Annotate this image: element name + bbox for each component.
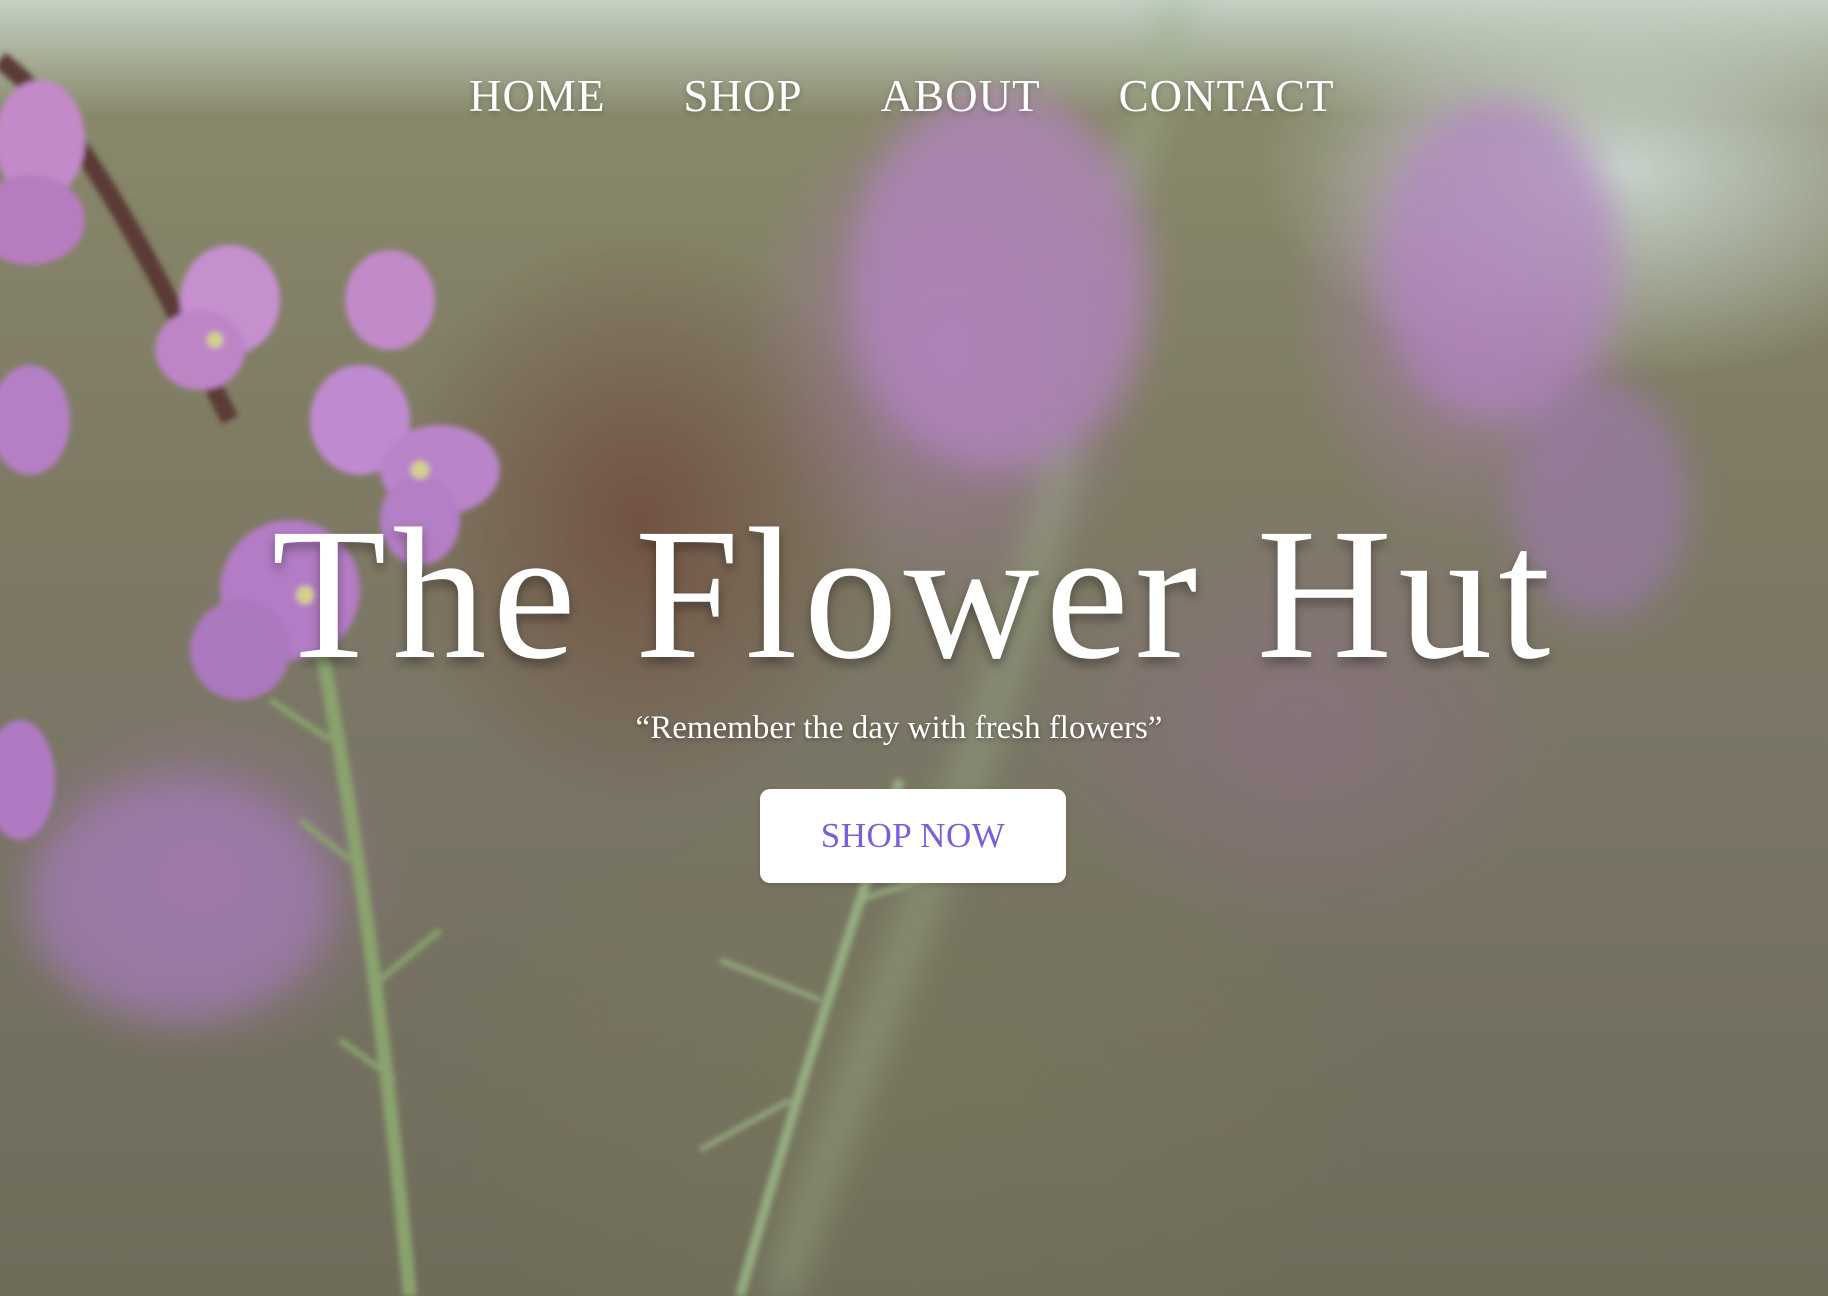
shop-now-button[interactable]: SHOP NOW <box>760 789 1066 883</box>
hero-tagline: “Remember the day with fresh flowers” <box>635 710 1163 746</box>
nav-contact-link[interactable]: CONTACT <box>1119 70 1335 122</box>
nav-shop-link[interactable]: SHOP <box>684 70 803 122</box>
hero-title: The Flower Hut <box>271 489 1557 698</box>
nav-home-link[interactable]: HOME <box>469 70 606 122</box>
nav-links: HOME SHOP ABOUT CONTACT <box>469 70 1334 122</box>
nav-about-link[interactable]: ABOUT <box>881 70 1041 122</box>
